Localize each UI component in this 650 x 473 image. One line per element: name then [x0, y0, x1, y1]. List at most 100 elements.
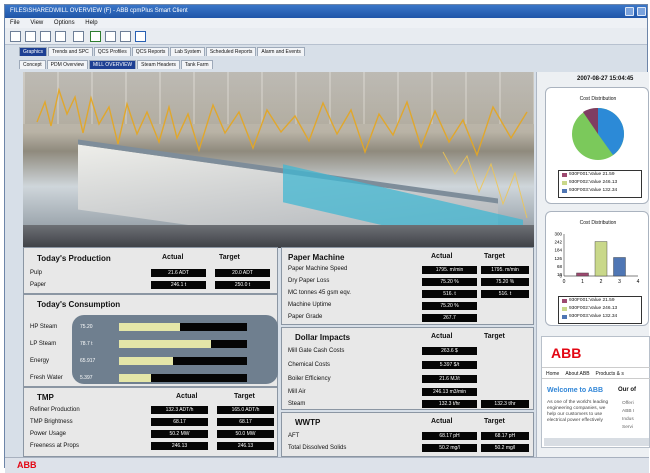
bar-legend: 930F001:Value 21.59 930F002:Value 246.13… [558, 296, 642, 324]
tab-alarm-events[interactable]: Alarm and Events [257, 47, 305, 56]
web-tab-home[interactable]: Home [546, 371, 559, 377]
tmp-brightness-label: TMP Brightness [30, 419, 73, 425]
dollar-cash-actual: 263.6 $ [422, 347, 477, 355]
web-link-offering[interactable]: Offeri [622, 400, 634, 408]
web-subhead: Our of [618, 387, 636, 393]
lp-steam-bar [119, 340, 247, 348]
web-tabs: Home About ABB Products & s [542, 367, 650, 379]
network-icon[interactable] [90, 31, 101, 42]
y-tick-label: 300 [554, 232, 562, 237]
right-sidebar: 2007-08-27 15:04:45 Cost Distribution 93… [536, 72, 650, 469]
tmp-target-header: Target [234, 393, 255, 400]
wwtp-panel: WWTP Actual Target AFT 68.17 pH 68.17 pH T… [281, 412, 534, 457]
window-icon[interactable] [25, 31, 36, 42]
pm-actual-header: Actual [431, 253, 453, 260]
bar-legend-3: 930F003:Value 132.34 [569, 314, 618, 319]
dollar-air-actual: 246.13 m3/min [422, 388, 477, 396]
bar-legend-1: 930F001:Value 21.59 [569, 298, 615, 303]
tab-scheduled-reports[interactable]: Scheduled Reports [205, 47, 257, 56]
tmp-actual-header: Actual [176, 393, 198, 400]
tab-trends[interactable]: Trends and SPC [48, 47, 93, 56]
legend-swatch-1 [562, 173, 567, 177]
y-tick-label: 126 [554, 256, 562, 261]
bar-legend-swatch-1 [562, 299, 567, 303]
consumption-energy-label: Energy [30, 358, 50, 364]
x-tick-label: 4 [637, 279, 640, 285]
y-tick-label: 0 [559, 274, 562, 279]
web-link-industries[interactable]: Indus [622, 416, 634, 424]
production-pulp-label: Pulp [30, 270, 43, 276]
tab-tank-farm[interactable]: Tank Farm [180, 60, 213, 69]
layout-icon[interactable] [10, 31, 21, 42]
pm-speed-label: Paper Machine Speed [288, 266, 348, 272]
chart-icon[interactable] [120, 31, 131, 42]
dollar-panel: Dollar Impacts Actual Target Mill Gate C… [281, 327, 534, 410]
web-link-service[interactable]: Servi [622, 424, 634, 432]
dollar-chemical-actual: 5.397 $/t [422, 361, 477, 369]
y-tick-label: 68 [557, 264, 563, 269]
close-button[interactable] [637, 7, 646, 16]
web-horizontal-scrollbar[interactable] [544, 438, 649, 446]
tab-steam-headers[interactable]: Steam Headers [137, 60, 180, 69]
menu-help[interactable]: Help [85, 20, 97, 26]
bar-legend-swatch-2 [562, 307, 567, 311]
hp-steam-bar [119, 323, 247, 331]
consumption-panel: Today's Consumption HP Steam LP Steam En… [23, 294, 278, 387]
back-arrow-icon[interactable] [135, 31, 146, 42]
consumption-water-value: 5.397 [80, 375, 93, 381]
production-actual-header: Actual [162, 254, 184, 261]
pm-uptime-actual: 75.20 % [422, 302, 477, 310]
tab-concept[interactable]: Concept [19, 60, 46, 69]
legend-swatch-3 [562, 189, 567, 193]
pm-grade-actual: 267.7 [422, 314, 477, 322]
dollar-steam-label: Steam [288, 401, 306, 407]
x-tick-label: 2 [600, 279, 603, 285]
consumption-water-label: Fresh Water [30, 375, 63, 381]
bar-legend-swatch-3 [562, 315, 567, 319]
pie-legend-2: 930F002:Value 246.13 [569, 180, 618, 185]
tmp-title: TMP [37, 393, 54, 402]
menu-view[interactable]: View [30, 20, 43, 26]
web-link-abb[interactable]: ABB I [622, 408, 634, 416]
bar-legend-2: 930F002:Value 246.13 [569, 306, 618, 311]
x-tick-label: 3 [618, 279, 621, 285]
bar-2 [594, 241, 608, 277]
tmp-refiner-actual: 132.3 ADT/h [151, 406, 208, 414]
toolbar [5, 28, 647, 45]
maximize-button[interactable] [625, 7, 634, 16]
consumption-lp-label: LP Steam [30, 341, 57, 347]
folder-icon[interactable] [73, 31, 84, 42]
status-abb-logo: ABB [17, 460, 37, 470]
window-title: FILES\SHARED\MILL OVERVIEW (F) - ABB cpm… [10, 8, 188, 14]
y-tick-label: 242 [554, 240, 562, 245]
web-body: As one of the world's leading engineerin… [547, 400, 609, 423]
production-paper-label: Paper [30, 282, 47, 288]
tools-icon[interactable] [40, 31, 51, 42]
document-icon[interactable] [55, 31, 66, 42]
web-tab-products[interactable]: Products & s [596, 371, 624, 377]
tmp-freeness-actual: 246.13 [151, 442, 208, 450]
dollar-air-label: Mill Air [288, 389, 306, 395]
wwtp-title: WWTP [295, 418, 321, 427]
wwtp-target-header: Target [484, 418, 505, 425]
menu-file[interactable]: File [10, 20, 20, 26]
paper-machine-title: Paper Machine [288, 253, 345, 262]
pencil-icon[interactable] [105, 31, 116, 42]
tab-qcs-profiles[interactable]: QCS Profiles [93, 47, 131, 56]
wwtp-solids-label: Total Dissolved Solids [288, 445, 347, 451]
dollar-steam-actual: 132.3 t/hr [422, 400, 477, 408]
tab-graphics[interactable]: Graphics [19, 47, 48, 56]
pm-loss-actual: 75.20 % [422, 278, 477, 286]
tab-mill-overview[interactable]: MILL OVERVIEW [88, 60, 137, 69]
wwtp-aft-actual: 68.17 pH [422, 432, 477, 440]
tab-pdm-overview[interactable]: PDM Overview [46, 60, 88, 69]
menu-options[interactable]: Options [54, 20, 75, 26]
tmp-power-actual: 50.2 MW [151, 430, 208, 438]
tab-qcs-reports[interactable]: QCS Reports [131, 47, 170, 56]
dollar-title: Dollar Impacts [295, 333, 351, 342]
web-tab-about[interactable]: About ABB [565, 371, 589, 377]
production-pulp-target: 20.0 ADT [215, 269, 270, 277]
tab-lab-system[interactable]: Lab System [170, 47, 205, 56]
pm-tonnes-label: MC tonnes 45 gsm eqv. [288, 290, 351, 296]
wwtp-solids-target: 50.2 mg/l [481, 444, 529, 452]
